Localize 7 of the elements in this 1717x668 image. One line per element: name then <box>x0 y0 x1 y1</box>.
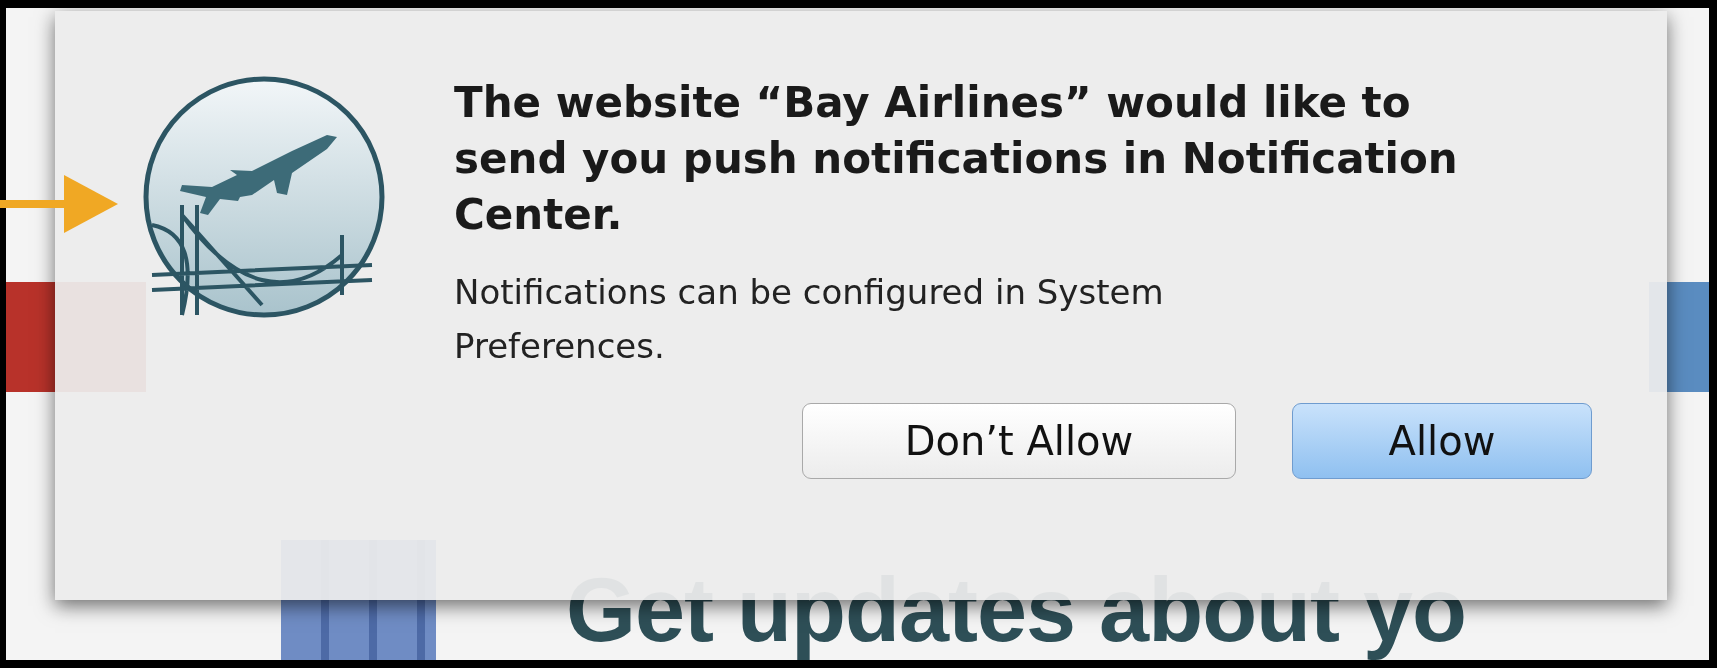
page-heading: Get updates about yo <box>566 561 1468 660</box>
dialog-title: The website “Bay Airlines” would like to send you push notifications in Notification Center. <box>454 77 1459 241</box>
arrow-icon <box>0 175 118 233</box>
allow-button[interactable]: Allow <box>1292 403 1592 479</box>
dialog-message: Notifications can be configured in System Preferences. <box>454 271 1165 368</box>
airplane-bridge-icon <box>142 75 386 319</box>
cancel-button[interactable]: Don’t Allow <box>802 403 1236 479</box>
